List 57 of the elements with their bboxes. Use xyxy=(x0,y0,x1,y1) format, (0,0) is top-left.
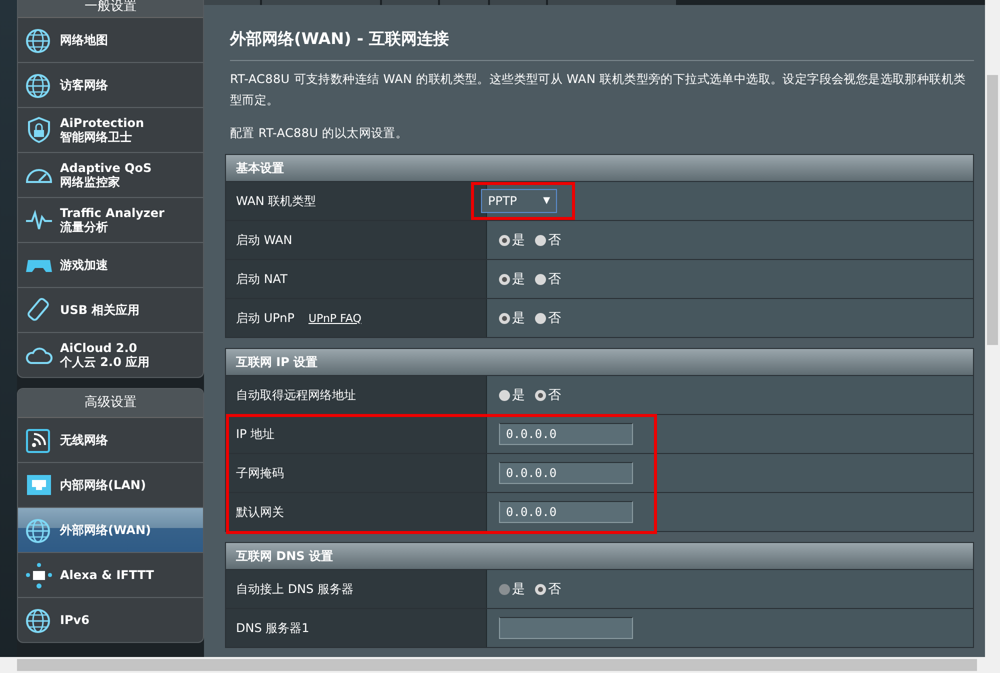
radio-button[interactable] xyxy=(535,234,546,246)
field-label: 启动 NAT xyxy=(236,270,288,288)
radio-label: 是 xyxy=(512,581,525,598)
radio-label: 是 xyxy=(512,232,525,249)
field-label: DNS 服务器1 xyxy=(236,620,310,636)
input-field[interactable]: 0.0.0.0 xyxy=(499,462,633,484)
radio-label: 否 xyxy=(548,232,561,249)
field-label: IP 地址 xyxy=(236,426,275,442)
radio-button[interactable] xyxy=(499,274,510,284)
page-description: RT-AC88U 可支持数种连结 WAN 的联机类型。这些类型可从 WAN 联机类型旁的下拉式选单中选取。设定字段会视您是选取那种联机类型而定。 xyxy=(230,71,967,109)
field-label: WAN 联机类型 xyxy=(236,192,316,210)
radio-label: 否 xyxy=(548,310,561,327)
radio-button[interactable] xyxy=(535,274,546,284)
input-field[interactable] xyxy=(499,617,633,639)
sidebar-item[interactable]: USB 相关应用 xyxy=(18,288,203,333)
sidebar-item[interactable]: IPv6 xyxy=(18,598,203,642)
connection-type-dropdown[interactable]: PPTP ▼ xyxy=(481,189,557,213)
sidebar-item[interactable]: AiProtection 智能网络卫士 xyxy=(18,108,203,153)
field-label: 子网掩码 xyxy=(236,464,284,482)
sidebar-item[interactable]: 外部网络(WAN) xyxy=(18,508,203,553)
sidebar-item[interactable]: 无线网络 xyxy=(18,418,203,463)
radio-label: 否 xyxy=(548,271,561,288)
input-field[interactable]: 0.0.0.0 xyxy=(499,423,633,445)
radio-label: 否 xyxy=(548,581,561,598)
horizontal-scrollbar[interactable] xyxy=(0,657,1000,673)
input-field[interactable]: 0.0.0.0 xyxy=(499,501,633,523)
radio-label: 是 xyxy=(512,271,525,288)
sidebar-item[interactable]: Traffic Analyzer 流量分析 xyxy=(18,198,203,243)
sidebar-item[interactable]: Adaptive QoS 网络监控家 xyxy=(18,153,203,198)
menu-group-title: 高级设置 xyxy=(18,389,203,418)
page-title: 外部网络(WAN) - 互联网连接 xyxy=(230,29,974,61)
radio-button[interactable] xyxy=(535,584,546,594)
section-header: 基本设置 xyxy=(226,155,973,181)
radio-button[interactable] xyxy=(499,390,510,400)
field-label: 启动 UPnP xyxy=(236,310,294,326)
page-note: 配置 RT-AC88U 的以太网设置。 xyxy=(230,125,409,142)
radio-button[interactable] xyxy=(535,390,546,400)
vertical-scrollbar[interactable] xyxy=(985,0,1000,657)
radio-button[interactable] xyxy=(535,312,546,324)
sidebar-item[interactable]: AiCloud 2.0 个人云 2.0 应用 xyxy=(18,333,203,377)
field-label: 自动取得远程网络地址 xyxy=(236,386,356,404)
sidebar-item[interactable]: Alexa & IFTTT xyxy=(18,553,203,598)
radio-label: 是 xyxy=(512,310,525,327)
field-label: 自动接上 DNS 服务器 xyxy=(236,580,354,598)
field-label: 启动 WAN xyxy=(236,232,292,248)
field-label: 默认网关 xyxy=(236,504,284,520)
sidebar-item[interactable]: 网络地图 xyxy=(18,18,203,63)
hub-icon xyxy=(24,560,54,590)
sidebar-item[interactable]: 游戏加速 xyxy=(18,243,203,288)
radio-button[interactable] xyxy=(499,312,510,324)
section-header: 互联网 IP 设置 xyxy=(226,349,973,375)
radio-label: 是 xyxy=(512,387,525,404)
radio-label: 否 xyxy=(548,387,561,404)
section-header: 互联网 DNS 设置 xyxy=(226,543,973,569)
sidebar-item[interactable]: 访客网络 xyxy=(18,63,203,108)
radio-button[interactable] xyxy=(499,234,510,246)
faq-link[interactable]: UPnP FAQ xyxy=(308,312,362,324)
